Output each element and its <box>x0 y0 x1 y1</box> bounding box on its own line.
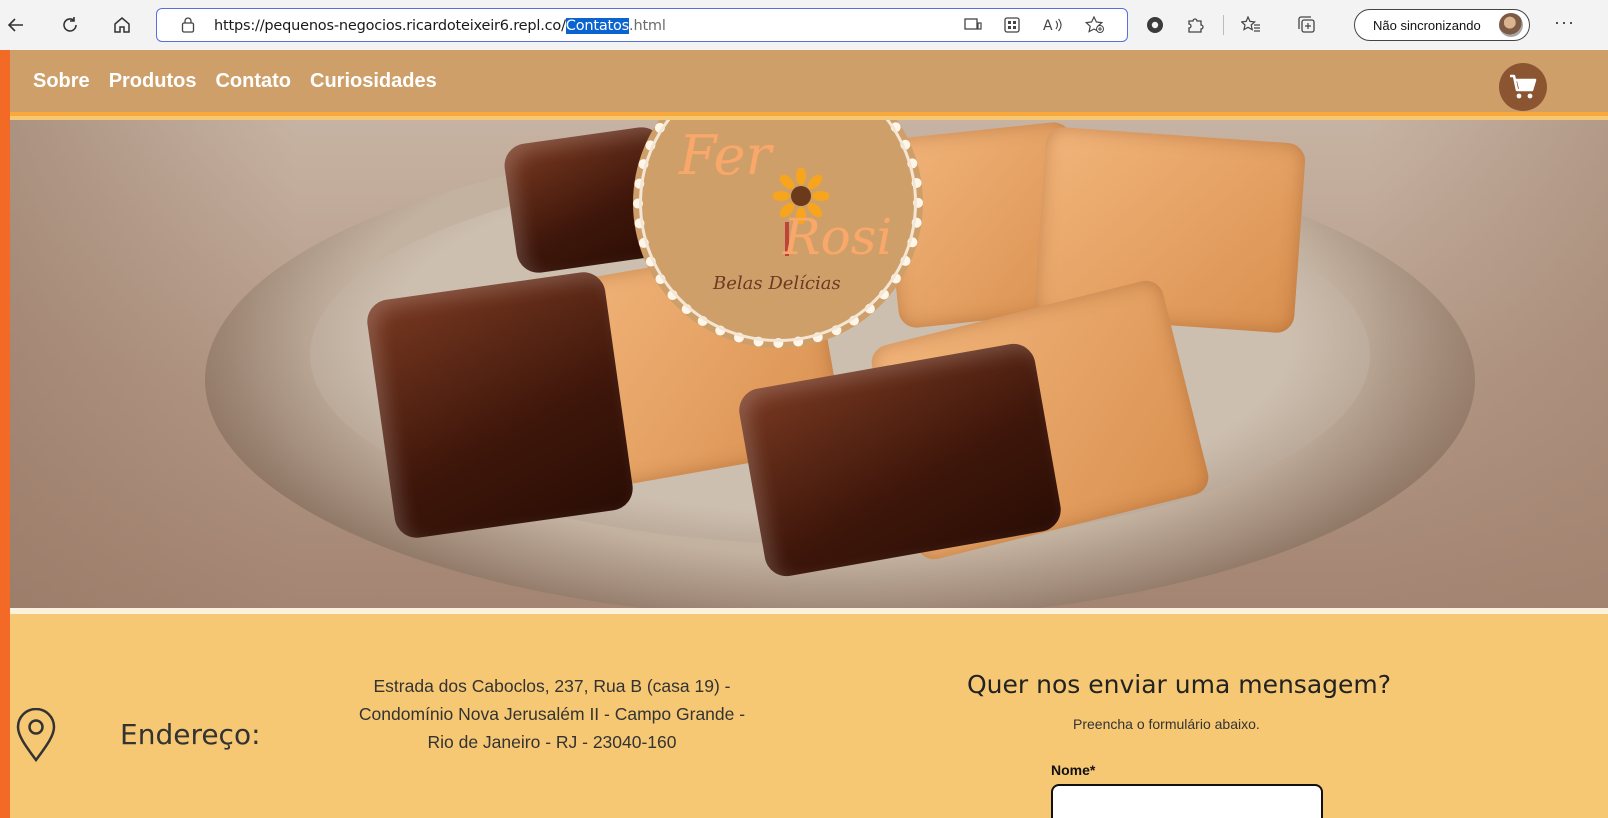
home-icon[interactable] <box>108 11 136 39</box>
url-suffix: .html <box>629 18 666 34</box>
address-line: Condomínio Nova Jerusalém II - Campo Gra… <box>358 704 746 724</box>
url-prefix: https://pequenos-negocios.ricardoteixeir… <box>214 18 566 34</box>
name-field[interactable] <box>1051 784 1323 818</box>
hero-image: Fer Rosi Belas Delícias <box>10 120 1608 608</box>
nav-link-curiosidades[interactable]: Curiosidades <box>310 70 437 93</box>
url-highlight: Contatos <box>565 18 630 34</box>
web-page: Sobre Produtos Contato Curiosidades Fer <box>10 50 1608 818</box>
logo-text-rosi: Rosi <box>783 208 893 266</box>
address-line: Rio de Janeiro - RJ - 23040-160 <box>427 732 677 752</box>
avatar <box>1499 13 1523 37</box>
nav-link-contato[interactable]: Contato <box>215 70 291 93</box>
site-navbar: Sobre Produtos Contato Curiosidades <box>10 50 1608 116</box>
more-menu-icon[interactable]: ··· <box>1554 12 1575 33</box>
address-label: Endereço: <box>120 718 261 751</box>
app-view-icon[interactable] <box>962 14 984 36</box>
read-aloud-icon[interactable]: A <box>1042 14 1064 36</box>
sync-label: Não sincronizando <box>1373 18 1481 33</box>
location-pin-icon <box>14 707 58 767</box>
url-text[interactable]: https://pequenos-negocios.ricardoteixeir… <box>214 18 666 34</box>
extension-icon[interactable] <box>1144 14 1166 36</box>
browser-toolbar: https://pequenos-negocios.ricardoteixeir… <box>0 0 1608 50</box>
nav-links: Sobre Produtos Contato Curiosidades <box>33 70 437 93</box>
grid-icon[interactable] <box>1001 14 1023 36</box>
address-text: Estrada dos Caboclos, 237, Rua B (casa 1… <box>330 672 774 756</box>
collections-icon[interactable] <box>1296 14 1318 36</box>
svg-text:A: A <box>1043 18 1053 33</box>
nav-link-sobre[interactable]: Sobre <box>33 70 90 93</box>
contact-form-title: Quer nos enviar uma mensagem? <box>967 670 1392 699</box>
nav-link-produtos[interactable]: Produtos <box>109 70 197 93</box>
contact-form-subtitle: Preencha o formulário abaixo. <box>1073 716 1260 732</box>
logo-text-fer: Fer <box>679 124 772 187</box>
lock-icon[interactable] <box>181 17 195 38</box>
favorite-add-icon[interactable] <box>1084 14 1106 36</box>
favorites-icon[interactable] <box>1240 14 1262 36</box>
back-icon[interactable] <box>2 11 30 39</box>
name-field-label: Nome* <box>1051 762 1096 778</box>
address-line: Estrada dos Caboclos, 237, Rua B (casa 1… <box>373 676 731 696</box>
toolbar-divider <box>1223 15 1224 35</box>
cart-icon <box>1510 74 1537 99</box>
profile-sync-button[interactable]: Não sincronizando <box>1354 9 1530 41</box>
puzzle-icon[interactable] <box>1184 14 1206 36</box>
refresh-icon[interactable] <box>56 11 84 39</box>
cart-button[interactable] <box>1499 63 1547 111</box>
logo-tagline: Belas Delícias <box>713 273 841 294</box>
contact-section: Endereço: Estrada dos Caboclos, 237, Rua… <box>10 608 1608 818</box>
